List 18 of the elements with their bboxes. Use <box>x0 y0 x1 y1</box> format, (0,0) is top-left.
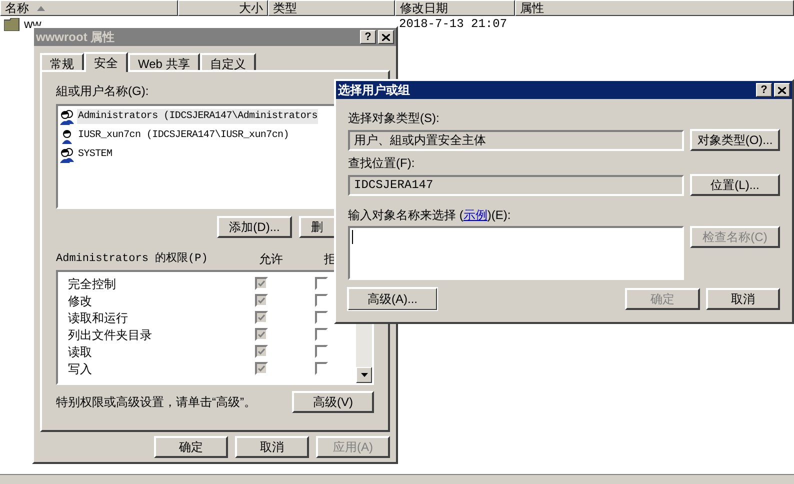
hint-text: 特别权限或高级设置，请单击“高级”。 <box>56 394 256 411</box>
object-type-field: 用户、組或内置安全主体 <box>348 130 684 150</box>
file-date: 2018-7-13 21:07 <box>398 16 508 33</box>
permission-name: 完全控制 <box>67 276 117 292</box>
object-names-label: 输入对象名称来选择 (示例)(E): <box>348 207 511 224</box>
permission-name: 写入 <box>67 360 93 378</box>
permissions-label: Administrators 的权限(P) <box>56 251 209 267</box>
permission-name: 读取 <box>67 344 93 360</box>
window-title: 选择用户或组 <box>338 82 410 99</box>
location-label: 查找位置(F): <box>348 155 415 172</box>
location-field: IDCSJERA147 <box>348 174 684 196</box>
permission-name: 修改 <box>67 292 93 310</box>
column-header: 允许 <box>259 251 284 268</box>
permission-name: 列出文件夹目录 <box>67 326 153 344</box>
users-label: 組或用户名称(G): <box>56 83 149 100</box>
permission-name: 读取和运行 <box>67 310 129 326</box>
object-type-label: 选择对象类型(S): <box>348 110 440 127</box>
window-title: wwwroot 属性 <box>36 29 115 46</box>
